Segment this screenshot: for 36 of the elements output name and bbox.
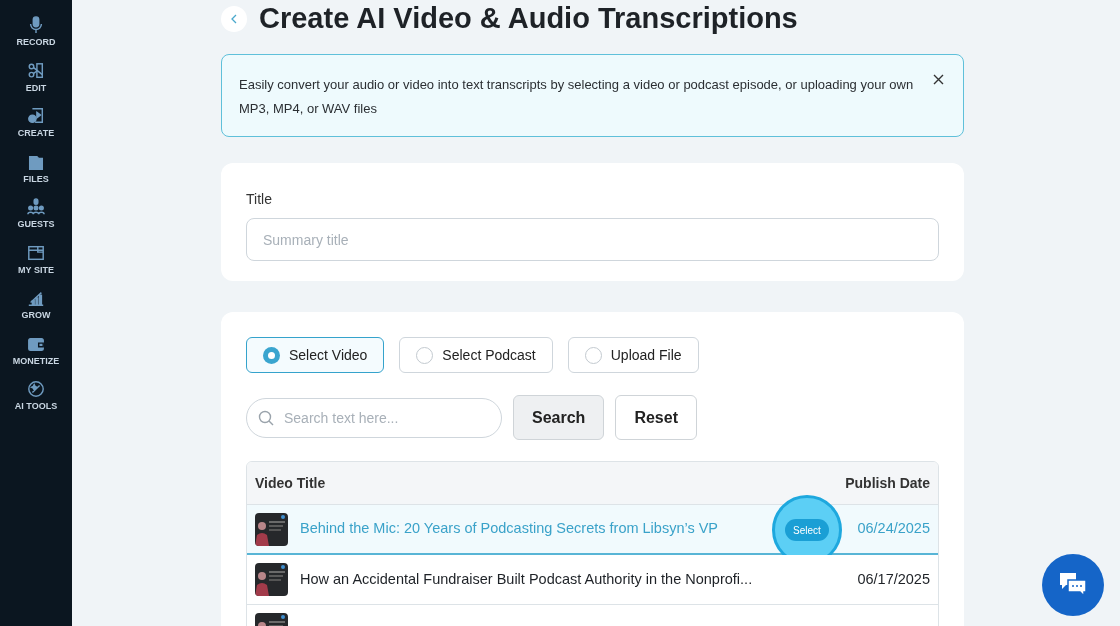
title-input[interactable]: Summary title xyxy=(246,218,939,261)
field-label: Title xyxy=(246,190,273,209)
source-radio[interactable]: Select Video xyxy=(246,337,385,373)
sidebar-item[interactable]: GROW xyxy=(21,289,51,323)
bar-chart-icon xyxy=(27,289,45,307)
column-header: Video Title xyxy=(255,473,326,493)
browser-window-icon xyxy=(27,243,45,262)
people-icon xyxy=(27,198,45,216)
close-icon[interactable] xyxy=(933,74,944,85)
sidebar-item[interactable]: GUESTS xyxy=(17,198,55,232)
publish-date: 06/17/2025 xyxy=(857,569,930,589)
sidebar-item[interactable]: MONETIZE xyxy=(12,334,60,368)
source-radio[interactable]: Upload File xyxy=(567,337,699,373)
chevron-left-icon xyxy=(230,14,238,24)
video-title: Behind the Mic: 20 Years of Podcasting Secrets from Libsyn’s VP xyxy=(300,519,719,539)
search-icon xyxy=(258,409,274,426)
reset-button[interactable]: Reset xyxy=(615,395,697,440)
column-header: Publish Date xyxy=(845,473,930,493)
scissors-icon xyxy=(27,61,45,80)
video-title: How an Accidental Fundraiser Built Podcast Authority in the Nonprofi... xyxy=(300,569,753,589)
sidebar-item[interactable]: RECORD xyxy=(16,16,56,50)
search-field[interactable]: Search text here... xyxy=(246,397,502,438)
info-text: Easily convert your audio or video into text transcripts by selecting a video or podcast episode, or uploading your own MP3, MP4, or WAV files xyxy=(239,76,915,118)
search-button[interactable]: Search xyxy=(513,395,605,440)
microphone-icon xyxy=(27,16,45,34)
sidebar-item[interactable]: AI TOOLS xyxy=(14,380,58,414)
media-file-icon xyxy=(27,107,45,125)
table-row[interactable]: How an Accidental Fundraiser Built Podcast Authority in the Nonprofi... 06/17/2025 xyxy=(247,555,938,605)
sidebar-item[interactable]: MY SITE xyxy=(18,243,54,277)
sidebar-item[interactable]: CREATE xyxy=(17,107,55,141)
sparkle-wand-icon xyxy=(27,380,45,398)
sidebar-item[interactable]: EDIT xyxy=(25,61,47,95)
page-title: Create AI Video & Audio Transcriptions xyxy=(259,1,798,37)
publish-date: 06/24/2025 xyxy=(857,519,930,539)
source-radio[interactable]: Select Podcast xyxy=(399,337,553,373)
sidebar-item[interactable]: FILES xyxy=(23,152,49,186)
